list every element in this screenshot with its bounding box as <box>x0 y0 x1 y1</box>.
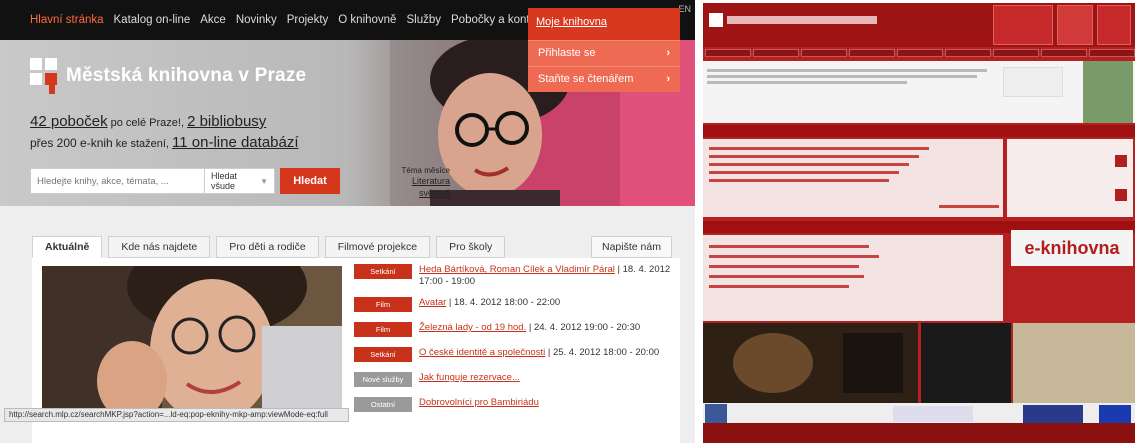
bibliobus-link[interactable]: 2 bibliobusy <box>187 113 266 130</box>
tab-schools[interactable]: Pro školy <box>436 236 506 258</box>
old-site-login <box>1007 139 1133 217</box>
theme-of-month: Téma měsíce Literatura světová <box>380 166 450 199</box>
search-scope-value: Hledat všude <box>211 171 238 191</box>
nav-item-news[interactable]: Novinky <box>236 14 277 26</box>
event-list: Setkání Heda Bártíková, Roman Cílek a Vl… <box>354 264 674 422</box>
new-website: Hlavní stránka Katalog on-line Akce Novi… <box>0 0 695 443</box>
tab-current[interactable]: Aktuálně <box>32 236 103 258</box>
ebooks-count: přes 200 e-knih <box>30 136 113 150</box>
theme-link[interactable]: Literatura světová <box>412 176 450 198</box>
nav-item-services[interactable]: Služby <box>406 14 441 26</box>
old-site-footer <box>703 423 1135 443</box>
library-stats: 42 poboček po celé Praze!, 2 bibliobusy … <box>30 112 299 154</box>
content-tabs: Aktuálně Kde nás najdete Pro děti a rodi… <box>32 236 506 258</box>
ebook-label: e-knihovna <box>1024 237 1120 258</box>
event-item: Nové služby Jak funguje rezervace... <box>354 372 674 388</box>
old-website-thumbnail: e-knihovna <box>703 3 1135 443</box>
old-site-partner-logos <box>703 403 1135 425</box>
nav-item-projects[interactable]: Projekty <box>287 14 329 26</box>
my-library-dropdown: Moje knihovna Přihlaste se › Staňte se č… <box>528 8 680 92</box>
event-category-tag[interactable]: Film <box>354 297 412 312</box>
register-label: Staňte se čtenářem <box>538 73 634 85</box>
event-category-tag[interactable]: Film <box>354 322 412 337</box>
old-site-header-links <box>993 5 1133 45</box>
stats-text: ke stažení, <box>112 138 173 150</box>
event-text: Heda Bártíková, Roman Cílek a Vladimír P… <box>419 264 674 288</box>
tab-films[interactable]: Filmové projekce <box>324 236 431 258</box>
write-us-button[interactable]: Napište nám <box>591 236 672 258</box>
nav-item-about[interactable]: O knihovně <box>338 14 396 26</box>
event-date: | 18. 4. 2012 18:00 - 22:00 <box>446 297 561 308</box>
event-text: Avatar | 18. 4. 2012 18:00 - 22:00 <box>419 297 560 309</box>
event-date: | 24. 4. 2012 19:00 - 20:30 <box>526 322 641 333</box>
tab-children[interactable]: Pro děti a rodiče <box>216 236 319 258</box>
old-site-links <box>703 235 1003 321</box>
login-label: Přihlaste se <box>538 47 596 59</box>
event-text: Dobrovolníci pro Bambiriádu <box>419 397 539 409</box>
stats-text: po celé Praze!, <box>107 117 188 129</box>
event-date: | 25. 4. 2012 18:00 - 20:00 <box>545 347 660 358</box>
nav-item-home[interactable]: Hlavní stránka <box>30 14 104 26</box>
old-site-section-bar <box>703 125 1135 137</box>
chevron-right-icon: › <box>666 47 670 59</box>
theme-label: Téma měsíce <box>401 166 450 175</box>
branches-count-link[interactable]: 42 poboček <box>30 113 108 130</box>
login-menu-item[interactable]: Přihlaste se › <box>528 40 680 66</box>
old-site-news <box>703 139 1003 217</box>
event-link[interactable]: Avatar <box>419 297 446 308</box>
old-site-header <box>703 3 1135 47</box>
old-site-intro <box>703 61 1135 123</box>
event-text: Železná lady - od 19 hod. | 24. 4. 2012 … <box>419 322 640 334</box>
old-site-logo[interactable] <box>709 13 877 27</box>
old-site-nav <box>703 49 1135 57</box>
library-logo-icon <box>30 58 58 94</box>
library-logo[interactable]: Městská knihovna v Praze <box>30 58 306 94</box>
nav-item-catalog[interactable]: Katalog on-line <box>114 14 191 26</box>
screenshot-comparison: Hlavní stránka Katalog on-line Akce Novi… <box>0 0 1135 443</box>
event-link[interactable]: Železná lady - od 19 hod. <box>419 322 526 333</box>
tab-locations[interactable]: Kde nás najdete <box>108 236 211 258</box>
event-category-tag[interactable]: Ostatní <box>354 397 412 412</box>
event-category-tag[interactable]: Setkání <box>354 264 412 279</box>
event-link[interactable]: Heda Bártíková, Roman Cílek a Vladimír P… <box>419 264 615 275</box>
event-category-tag[interactable]: Setkání <box>354 347 412 362</box>
search-scope-select[interactable]: Hledat všude ▼ <box>205 168 275 194</box>
search-input[interactable] <box>30 168 205 194</box>
language-switch[interactable]: EN <box>678 4 691 14</box>
ebook-logo[interactable]: e-knihovna <box>1011 230 1133 266</box>
event-item: Film Železná lady - od 19 hod. | 24. 4. … <box>354 322 674 338</box>
databases-link[interactable]: 11 on-line databází <box>172 134 298 151</box>
featured-photo[interactable] <box>42 266 342 416</box>
event-item: Setkání Heda Bártíková, Roman Cílek a Vl… <box>354 264 674 288</box>
my-library-title[interactable]: Moje knihovna <box>528 8 680 40</box>
search-button[interactable]: Hledat <box>280 168 340 194</box>
old-site-banner-2[interactable] <box>921 323 1011 403</box>
event-link[interactable]: O české identitě a společnosti <box>419 347 545 358</box>
search-bar: Hledat všude ▼ Hledat <box>30 168 340 194</box>
chevron-down-icon: ▼ <box>260 176 268 186</box>
library-name: Městská knihovna v Praze <box>66 65 307 86</box>
register-menu-item[interactable]: Staňte se čtenářem › <box>528 66 680 92</box>
event-item: Ostatní Dobrovolníci pro Bambiriádu <box>354 397 674 413</box>
browser-status-bar: http://search.mlp.cz/searchMKP.jsp?actio… <box>4 408 349 422</box>
event-text: O české identitě a společnosti | 25. 4. … <box>419 347 659 359</box>
event-item: Setkání O české identitě a společnosti |… <box>354 347 674 363</box>
event-text: Jak funguje rezervace... <box>419 372 520 384</box>
event-link[interactable]: Jak funguje rezervace... <box>419 372 520 383</box>
event-item: Film Avatar | 18. 4. 2012 18:00 - 22:00 <box>354 297 674 313</box>
old-site-banner-3[interactable] <box>1013 323 1135 403</box>
event-link[interactable]: Dobrovolníci pro Bambiriádu <box>419 397 539 408</box>
old-site-banner-painting[interactable] <box>703 323 918 403</box>
event-category-tag[interactable]: Nové služby <box>354 372 412 387</box>
nav-item-events[interactable]: Akce <box>200 14 226 26</box>
chevron-right-icon: › <box>666 73 670 85</box>
